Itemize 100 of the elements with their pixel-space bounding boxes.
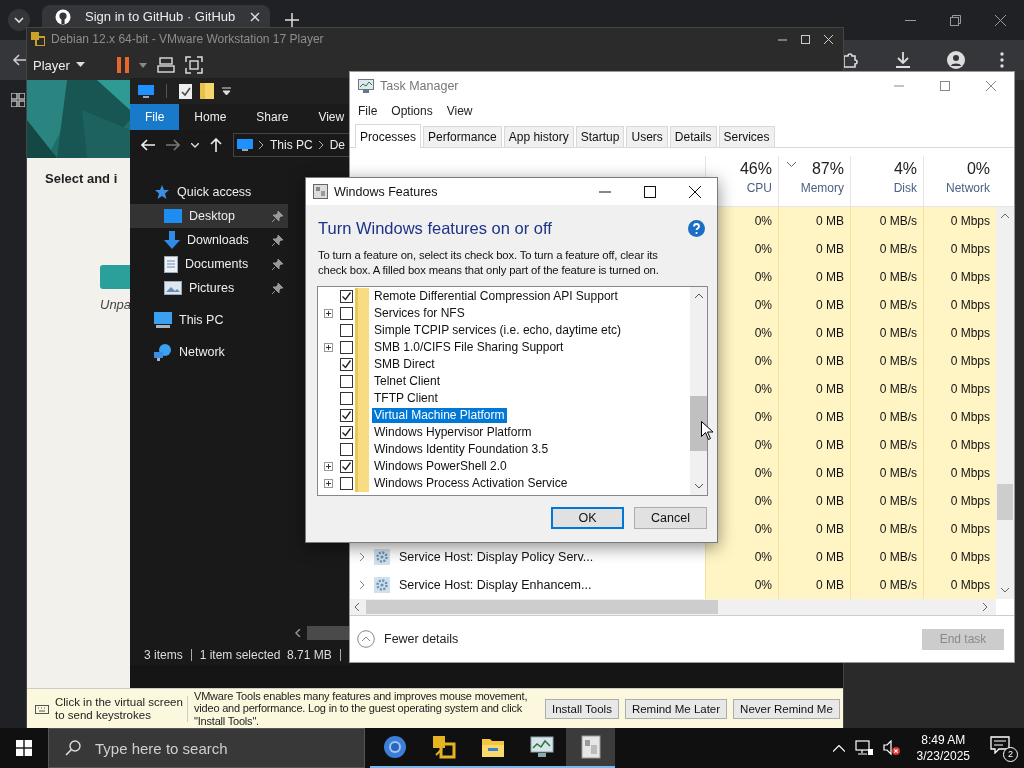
back-arrow-icon[interactable] bbox=[12, 52, 28, 68]
info-button[interactable]: Never Remind Me bbox=[733, 698, 840, 719]
taskbar-app[interactable] bbox=[566, 728, 615, 768]
back-arrow-icon[interactable] bbox=[141, 139, 155, 151]
checkbox[interactable] bbox=[340, 426, 353, 439]
caret-icon[interactable] bbox=[222, 86, 231, 96]
chevron-up-icon[interactable] bbox=[832, 744, 845, 752]
checkbox[interactable] bbox=[340, 392, 353, 405]
pause-icon[interactable] bbox=[116, 57, 129, 73]
tab[interactable]: Performance bbox=[423, 126, 502, 147]
checklist-icon[interactable] bbox=[179, 83, 192, 99]
info-button[interactable]: Install Tools bbox=[545, 698, 619, 719]
tab[interactable]: App history bbox=[503, 126, 574, 147]
tab-search-button[interactable] bbox=[8, 9, 30, 31]
player-menu-button[interactable]: Player bbox=[33, 57, 85, 73]
plus-icon[interactable] bbox=[285, 13, 299, 27]
dialog-button[interactable]: Cancel bbox=[634, 507, 707, 529]
checkbox[interactable] bbox=[340, 341, 353, 354]
scrollbar-thumb[interactable] bbox=[366, 600, 718, 614]
menu-item[interactable]: File bbox=[358, 104, 378, 118]
forward-arrow-icon[interactable] bbox=[166, 139, 180, 151]
address-bar[interactable]: This PC De bbox=[233, 133, 350, 157]
checkbox[interactable] bbox=[340, 358, 353, 371]
ribbon-tab[interactable]: Home bbox=[179, 104, 242, 130]
column-header[interactable]: 4% Disk bbox=[850, 156, 923, 206]
feature-item[interactable]: Windows Process Activation Service bbox=[372, 476, 570, 491]
browser-tab[interactable]: Sign in to GitHub · GitHub bbox=[42, 5, 270, 28]
clock[interactable]: 8:49 AM 3/23/2025 bbox=[916, 732, 970, 764]
expand-plus-icon[interactable] bbox=[324, 479, 333, 488]
scrollbar-thumb[interactable] bbox=[690, 396, 707, 451]
pin-icon[interactable] bbox=[272, 210, 283, 222]
checkbox[interactable] bbox=[340, 324, 353, 337]
scroll-right-icon[interactable] bbox=[983, 603, 988, 611]
checkbox[interactable] bbox=[340, 443, 353, 456]
tab[interactable]: Users bbox=[626, 126, 668, 147]
feature-item[interactable]: Windows Identity Foundation 3.5 bbox=[372, 442, 551, 457]
pin-icon[interactable] bbox=[272, 282, 283, 294]
nav-item[interactable]: Desktop bbox=[130, 204, 288, 228]
menu-item[interactable]: Options bbox=[391, 104, 433, 118]
scroll-up-icon[interactable] bbox=[1001, 213, 1009, 218]
scroll-down-icon[interactable] bbox=[1001, 588, 1009, 593]
expand-plus-icon[interactable] bbox=[324, 462, 333, 471]
feature-item[interactable]: Telnet Client bbox=[372, 374, 443, 389]
ribbon-tab[interactable]: Share bbox=[241, 104, 304, 130]
process-name[interactable]: Service Host: Display Policy Serv... bbox=[399, 550, 594, 564]
nav-item[interactable]: Network bbox=[130, 340, 288, 364]
close-icon[interactable] bbox=[688, 185, 701, 198]
apps-grid-icon[interactable] bbox=[11, 93, 25, 107]
tab[interactable]: Startup bbox=[575, 126, 625, 147]
process-name[interactable]: Service Host: Display Enhancem... bbox=[399, 578, 592, 592]
feature-item[interactable]: Services for NFS bbox=[372, 306, 467, 321]
muted-speaker-icon[interactable] bbox=[882, 740, 901, 756]
checkbox[interactable] bbox=[340, 307, 353, 320]
profile-icon[interactable] bbox=[947, 51, 965, 69]
feature-item[interactable]: Windows PowerShell 2.0 bbox=[372, 459, 509, 474]
checkbox[interactable] bbox=[340, 460, 353, 473]
expand-plus-icon[interactable] bbox=[324, 309, 333, 318]
ribbon-tab[interactable]: View bbox=[303, 104, 350, 130]
column-header[interactable]: 87% Memory bbox=[778, 156, 850, 206]
expand-chevron-icon[interactable] bbox=[360, 581, 365, 589]
download-icon[interactable] bbox=[894, 51, 912, 69]
monitor-icon[interactable] bbox=[138, 84, 154, 98]
menu-item[interactable]: View bbox=[446, 104, 473, 118]
pin-icon[interactable] bbox=[272, 258, 283, 270]
feature-item[interactable]: SMB Direct bbox=[372, 357, 437, 372]
dialog-button[interactable]: OK bbox=[551, 507, 624, 529]
fewer-details-button[interactable]: Fewer details bbox=[357, 630, 459, 648]
ribbon-tab[interactable]: File bbox=[130, 104, 180, 130]
expand-chevron-icon[interactable] bbox=[360, 553, 365, 561]
puzzle-icon[interactable] bbox=[841, 51, 859, 69]
network-icon[interactable] bbox=[854, 740, 873, 756]
scroll-left-icon[interactable] bbox=[355, 603, 360, 611]
tab[interactable]: Services bbox=[718, 126, 775, 147]
feature-item[interactable]: Simple TCPIP services (i.e. echo, daytime etc) bbox=[372, 323, 623, 338]
pin-icon[interactable] bbox=[272, 234, 283, 246]
tab[interactable]: Details bbox=[669, 126, 717, 147]
fullscreen-icon[interactable] bbox=[184, 56, 203, 74]
scrollbar[interactable] bbox=[996, 207, 1014, 599]
scroll-up-icon[interactable] bbox=[694, 293, 703, 298]
up-arrow-icon[interactable] bbox=[210, 138, 222, 152]
feature-item[interactable]: Windows Hypervisor Platform bbox=[372, 425, 534, 440]
nav-item[interactable]: Quick access bbox=[130, 180, 288, 204]
feature-item[interactable]: Virtual Machine Platform bbox=[372, 408, 507, 423]
feature-item[interactable]: TFTP Client bbox=[372, 391, 440, 406]
scrollbar-thumb[interactable] bbox=[307, 626, 350, 640]
nav-item[interactable]: Downloads bbox=[130, 228, 288, 252]
checkbox[interactable] bbox=[340, 375, 353, 388]
checkbox[interactable] bbox=[340, 409, 353, 422]
help-icon[interactable] bbox=[688, 219, 705, 237]
column-header[interactable]: 0% Network bbox=[923, 156, 996, 206]
nav-item[interactable]: Documents bbox=[130, 252, 288, 276]
info-button[interactable]: Remind Me Later bbox=[624, 698, 728, 719]
feature-item[interactable]: Remote Differential Compression API Support bbox=[372, 289, 620, 304]
breadcrumb-item[interactable]: This PC bbox=[270, 138, 313, 152]
scrollbar[interactable] bbox=[690, 287, 707, 495]
breadcrumb-item[interactable]: De bbox=[329, 138, 346, 152]
tab[interactable]: Processes bbox=[355, 124, 422, 148]
nav-item[interactable]: This PC bbox=[130, 308, 288, 332]
search-field[interactable]: Type here to search bbox=[48, 728, 365, 768]
scroll-left-icon[interactable] bbox=[295, 629, 301, 637]
